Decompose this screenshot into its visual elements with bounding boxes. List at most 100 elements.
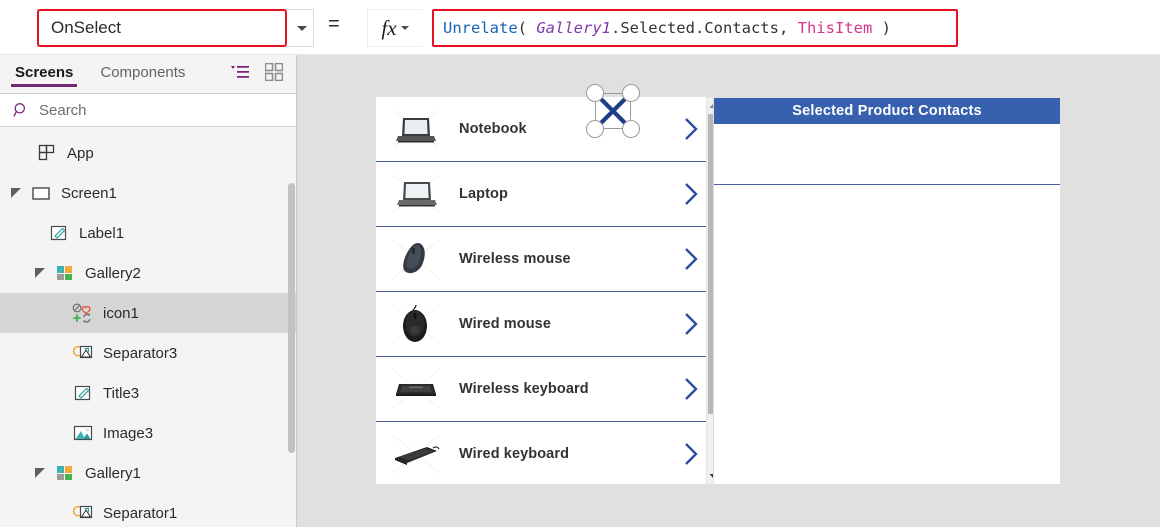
tile-view-icon[interactable]	[264, 62, 284, 86]
contacts-panel-title-label: Selected Product Contacts	[792, 103, 982, 119]
tree-scrollbar-thumb[interactable]	[288, 183, 295, 453]
formula-bar: OnSelect = fx Unrelate( Gallery1 .Selecte…	[0, 0, 1160, 55]
gallery-item-title: Wireless mouse	[459, 251, 571, 267]
gallery-item-title: Wired mouse	[459, 316, 552, 332]
tree-item-separator1[interactable]: Separator1	[0, 493, 296, 527]
panel-tabs: Screens Components	[0, 55, 296, 91]
tree-item-app[interactable]: App	[0, 133, 296, 173]
tree-item-label1-label: Label1	[79, 224, 125, 242]
formula-token-properties: .Selected.Contacts,	[610, 19, 798, 37]
tree-item-image3-label: Image3	[103, 424, 154, 442]
tree-view-panel: Screens Components Search App Screen1 La…	[0, 55, 297, 527]
chevron-down-icon[interactable]	[289, 9, 314, 47]
gallery-item-title: Wireless keyboard	[459, 381, 589, 397]
contacts-panel: Selected Product Contacts	[713, 97, 1061, 485]
chevron-right-icon[interactable]	[684, 442, 699, 466]
gallery2[interactable]	[714, 124, 1060, 185]
chevron-right-icon[interactable]	[684, 117, 699, 141]
equals-label: =	[328, 13, 340, 35]
tree-item-title3-label: Title3	[103, 384, 140, 402]
search-input[interactable]: Search	[0, 93, 296, 127]
tree-item-gallery2-label: Gallery2	[85, 264, 141, 282]
gallery-item[interactable]: Wired mouse	[376, 292, 713, 357]
tab-components[interactable]: Components	[96, 56, 189, 90]
tree-expander-placeholder	[20, 145, 36, 161]
gallery-item-title: Notebook	[459, 121, 527, 137]
wired-keyboard-photo	[389, 431, 443, 477]
gallery-item-title: Laptop	[459, 186, 508, 202]
tree-item-gallery1[interactable]: Gallery1	[0, 453, 296, 493]
selection-handle-top-right[interactable]	[622, 84, 640, 102]
selection-handle-top-left[interactable]	[586, 84, 604, 102]
tree-item-gallery1-label: Gallery1	[85, 464, 141, 482]
gallery-icon	[54, 462, 76, 484]
tab-components-label: Components	[100, 64, 186, 81]
tab-screens-label: Screens	[15, 64, 74, 81]
gallery1[interactable]: Notebook Laptop Wireless mouse Wired mou…	[376, 97, 713, 484]
search-placeholder: Search	[39, 101, 87, 119]
gallery-item[interactable]: Notebook	[376, 97, 713, 162]
tree-item-separator3-label: Separator3	[103, 344, 178, 362]
chevron-right-icon[interactable]	[684, 247, 699, 271]
image-icon	[72, 422, 94, 444]
formula-token-control: Gallery1	[536, 19, 611, 37]
expand-collapse-icon[interactable]	[32, 265, 48, 281]
property-selector-value: OnSelect	[51, 18, 121, 37]
icon-icon	[72, 302, 94, 324]
shape-icon	[72, 502, 94, 524]
formula-token-close-paren: )	[872, 19, 891, 37]
chevron-down-glyph	[296, 25, 307, 31]
contacts-panel-title: Selected Product Contacts	[714, 98, 1060, 124]
formula-token-thisitem: ThisItem	[797, 19, 873, 37]
laptop-photo	[389, 171, 443, 217]
tree-item-screen1[interactable]: Screen1	[0, 173, 296, 213]
tree-item-separator3[interactable]: Separator3	[0, 333, 296, 373]
tree-item-image3[interactable]: Image3	[0, 413, 296, 453]
gallery-item[interactable]: Laptop	[376, 162, 713, 227]
chevron-expanded-glyph	[35, 468, 45, 478]
expand-collapse-icon[interactable]	[8, 185, 24, 201]
chevron-expanded-glyph	[11, 188, 21, 198]
tree-view-icon[interactable]	[230, 64, 250, 85]
gallery-item[interactable]: Wireless keyboard	[376, 357, 713, 422]
tree-item-icon1[interactable]: icon1	[0, 293, 296, 333]
gallery-item[interactable]: Wireless mouse	[376, 227, 713, 292]
notebook-photo	[389, 106, 443, 152]
gallery-icon	[54, 262, 76, 284]
wireless-mouse-photo	[389, 236, 443, 282]
expand-collapse-icon[interactable]	[32, 465, 48, 481]
contacts-panel-body	[714, 185, 1060, 483]
label-icon	[48, 222, 70, 244]
tree-item-label1[interactable]: Label1	[0, 213, 296, 253]
tree-item-icon1-label: icon1	[103, 304, 139, 322]
formula-input[interactable]: Unrelate( Gallery1 .Selected.Contacts, Th…	[432, 9, 958, 47]
shape-icon	[72, 342, 94, 364]
search-icon	[13, 102, 30, 119]
view-mode-icons	[230, 62, 284, 86]
property-selector[interactable]: OnSelect	[37, 9, 287, 47]
tree-scrollbar[interactable]	[288, 183, 295, 523]
icon1-selection-frame[interactable]	[586, 84, 640, 138]
tree-item-app-label: App	[67, 144, 94, 162]
label-icon	[72, 382, 94, 404]
wireless-keyboard-photo	[389, 366, 443, 412]
tab-screens[interactable]: Screens	[11, 56, 78, 90]
gallery-item-title: Wired keyboard	[459, 446, 570, 462]
selection-handle-bottom-right[interactable]	[622, 120, 640, 138]
chevron-right-icon[interactable]	[684, 377, 699, 401]
app-canvas: Notebook Laptop Wireless mouse Wired mou…	[297, 55, 1160, 527]
screen-icon	[30, 182, 52, 204]
fx-icon: fx	[381, 15, 397, 40]
tree-item-gallery2[interactable]: Gallery2	[0, 253, 296, 293]
fx-chevron-down-icon[interactable]	[400, 26, 409, 30]
formula-token-open-paren: (	[517, 19, 537, 37]
chevron-right-icon[interactable]	[684, 182, 699, 206]
wired-mouse-photo	[389, 301, 443, 347]
chevron-expanded-glyph	[35, 268, 45, 278]
chevron-right-icon[interactable]	[684, 312, 699, 336]
gallery-item[interactable]: Wired keyboard	[376, 422, 713, 484]
fx-button[interactable]: fx	[367, 9, 422, 47]
component-tree: App Screen1 Label1 Gallery2 icon1 Separa…	[0, 127, 296, 527]
selection-handle-bottom-left[interactable]	[586, 120, 604, 138]
tree-item-title3[interactable]: Title3	[0, 373, 296, 413]
